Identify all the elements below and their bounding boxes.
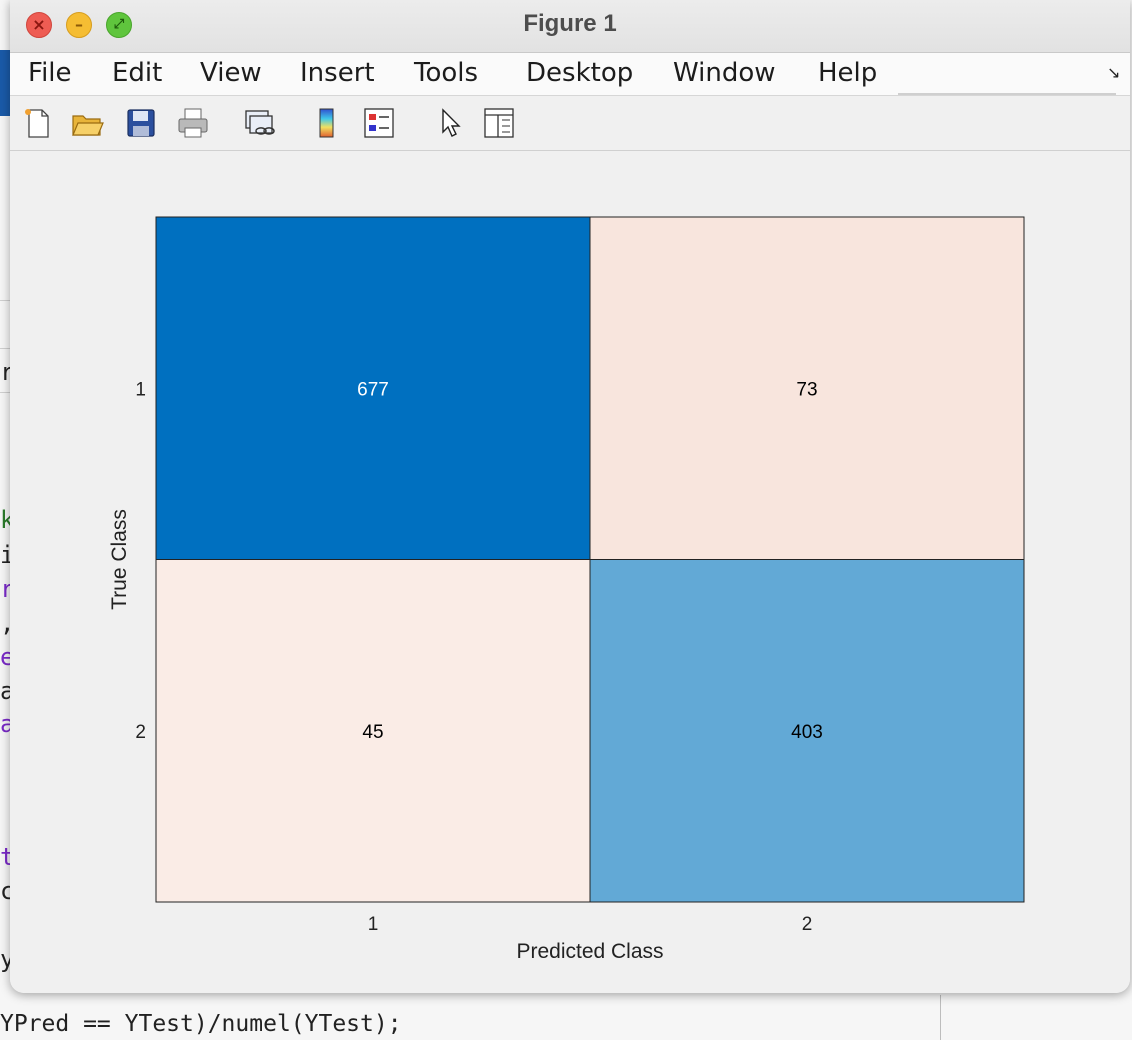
window-title: Figure 1 bbox=[523, 10, 617, 37]
confusion-matrix-chart: 677 73 45 403 1 2 1 2 Predicted Class True Class bbox=[108, 216, 1025, 963]
figure-window: × – ⤢ Figure 1 File Edit View Insert Too… bbox=[10, 0, 1130, 993]
menu-bar: File Edit View Insert Tools Desktop Wind… bbox=[10, 53, 1130, 96]
y-tick-label: 1 bbox=[135, 379, 146, 400]
print-icon[interactable] bbox=[176, 106, 210, 140]
y-axis-label: True Class bbox=[108, 509, 131, 610]
colorbar-icon[interactable] bbox=[310, 106, 344, 140]
menu-tools[interactable]: Tools bbox=[414, 58, 478, 88]
dock-arrow-icon[interactable]: ↘ bbox=[1107, 63, 1120, 82]
x-tick-label: 2 bbox=[802, 914, 813, 935]
menu-help[interactable]: Help bbox=[818, 58, 877, 88]
link-plot-icon[interactable] bbox=[242, 106, 276, 140]
menu-separator bbox=[898, 93, 1116, 95]
legend-icon[interactable] bbox=[362, 106, 396, 140]
menu-window[interactable]: Window bbox=[673, 58, 776, 88]
y-tick-label: 2 bbox=[135, 722, 146, 743]
menu-desktop[interactable]: Desktop bbox=[526, 58, 633, 88]
toolbar bbox=[10, 96, 1130, 151]
editor-code-line[interactable]: YPred == YTest)/numel(YTest); bbox=[0, 1011, 402, 1037]
figure-canvas: 677 73 45 403 1 2 1 2 Predicted Class True Class bbox=[10, 151, 1130, 993]
new-figure-icon[interactable] bbox=[20, 106, 54, 140]
cell-value-label: 677 bbox=[357, 379, 389, 400]
x-tick-label: 1 bbox=[368, 914, 379, 935]
property-inspector-icon[interactable] bbox=[482, 106, 516, 140]
menu-view[interactable]: View bbox=[200, 58, 262, 88]
cell-value-label: 73 bbox=[796, 379, 817, 400]
cell-value-label: 403 bbox=[791, 722, 823, 743]
cell-value-label: 45 bbox=[362, 722, 383, 743]
editor-divider bbox=[940, 995, 941, 1040]
save-icon[interactable] bbox=[124, 106, 158, 140]
menu-insert[interactable]: Insert bbox=[300, 58, 375, 88]
open-file-icon[interactable] bbox=[70, 106, 104, 140]
title-bar[interactable]: × – ⤢ Figure 1 bbox=[10, 0, 1130, 53]
menu-edit[interactable]: Edit bbox=[112, 58, 162, 88]
menu-file[interactable]: File bbox=[28, 58, 72, 88]
pointer-icon[interactable] bbox=[432, 106, 466, 140]
x-axis-label: Predicted Class bbox=[516, 940, 663, 963]
